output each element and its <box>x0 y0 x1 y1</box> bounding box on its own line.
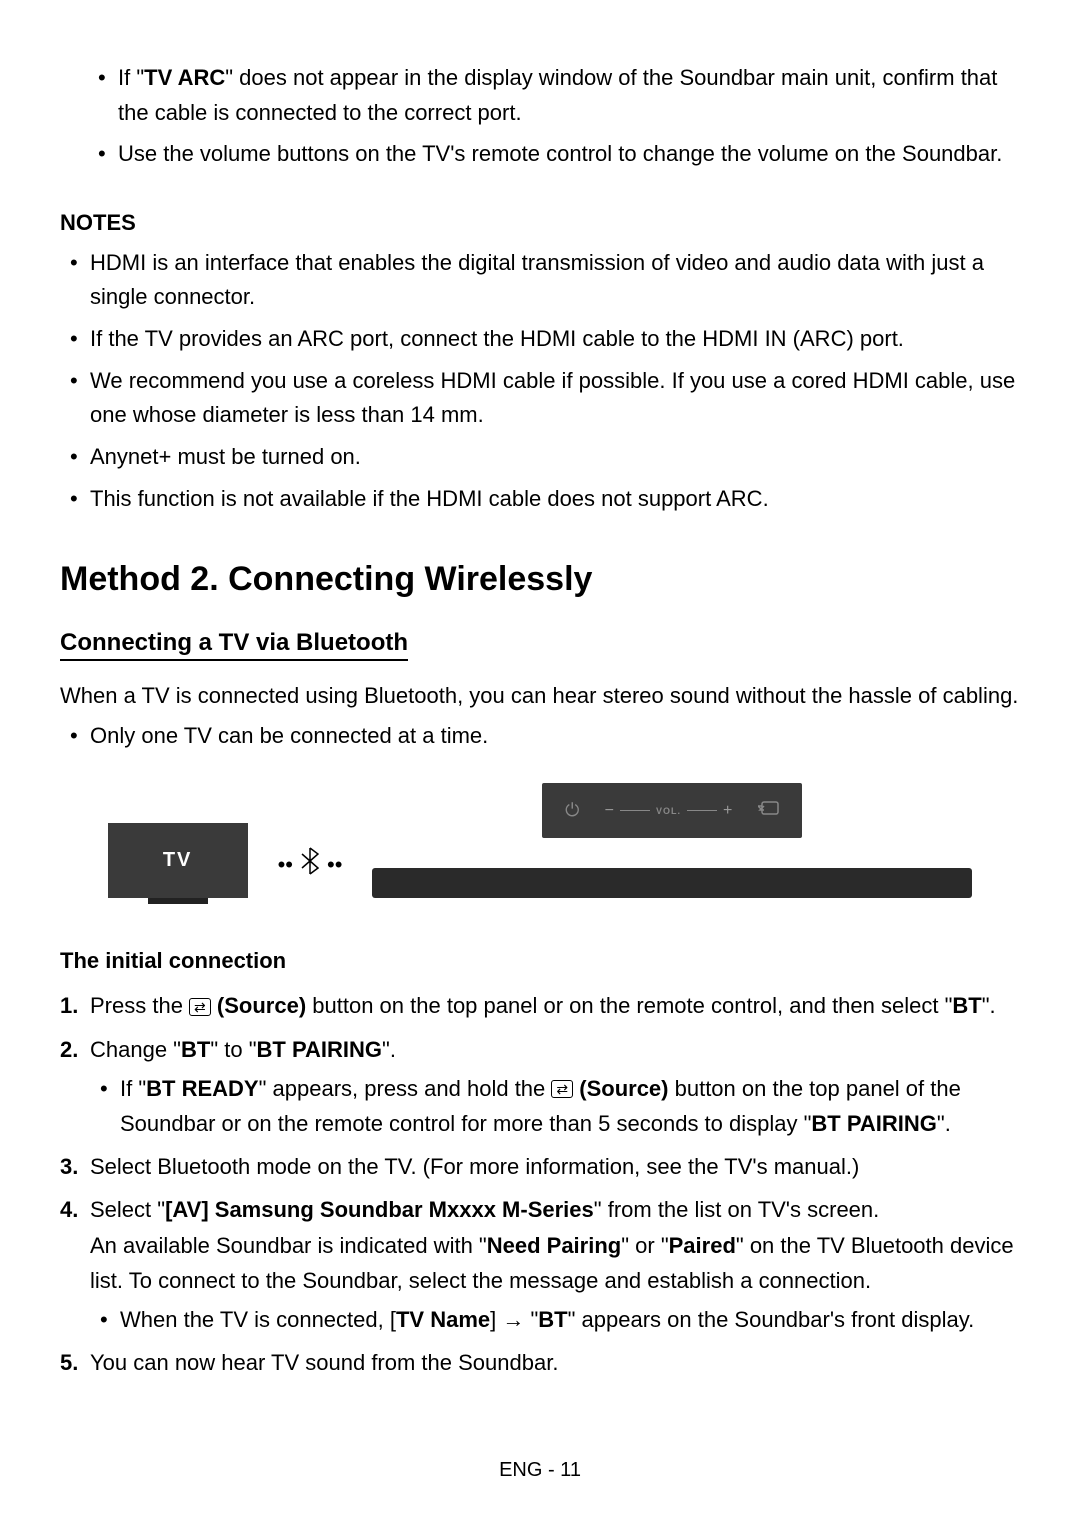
tv-graphic: TV <box>108 823 248 898</box>
paired-bold: Paired <box>669 1233 736 1258</box>
text: An available Soundbar is indicated with … <box>90 1233 487 1258</box>
text: " or " <box>621 1233 668 1258</box>
vol-line <box>620 810 650 811</box>
note-item: This function is not available if the HD… <box>90 482 1020 516</box>
bluetooth-dots: •• •• <box>278 846 343 883</box>
step-2-sub-item: If "BT READY" appears, press and hold th… <box>120 1071 1020 1141</box>
step-num: 3. <box>60 1149 78 1184</box>
step-4-sub: When the TV is connected, [TV Name] → "B… <box>90 1302 1020 1337</box>
text: button on the top panel or on the remote… <box>306 993 952 1018</box>
step-1: 1. Press the ⇄ (Source) button on the to… <box>90 988 1020 1023</box>
page-footer: ENG - 11 <box>0 1459 1080 1482</box>
bt-bullet-list: Only one TV can be connected at a time. <box>60 719 1020 753</box>
top-bullet-1: If "TV ARC" does not appear in the displ… <box>118 60 1020 130</box>
step-num: 2. <box>60 1032 78 1067</box>
note-item: Anynet+ must be turned on. <box>90 440 1020 474</box>
plus-icon: + <box>723 802 732 820</box>
bluetooth-svg <box>301 847 319 875</box>
text: " appears, press and hold the <box>259 1076 552 1101</box>
tvname-bold: TV Name <box>396 1307 490 1332</box>
step-num: 4. <box>60 1192 78 1227</box>
source-inline-icon: ⇄ <box>551 1080 573 1098</box>
dot: •• <box>278 852 293 878</box>
minus-icon: − <box>605 802 614 820</box>
notes-heading: NOTES <box>60 210 1020 236</box>
notes-list: HDMI is an interface that enables the di… <box>60 246 1020 517</box>
btpairing-bold: BT PAIRING <box>257 1037 382 1062</box>
bt-bold: BT <box>952 993 981 1018</box>
text: When the TV is connected, [ <box>120 1307 396 1332</box>
soundbar-graphic: ⏻ − VOL. + <box>372 783 972 898</box>
tv-label: TV <box>163 849 193 872</box>
text: ] → " <box>490 1307 538 1332</box>
initial-connection-heading: The initial connection <box>60 948 1020 974</box>
bt-bold: BT <box>538 1307 567 1332</box>
text: Press the <box>90 993 189 1018</box>
note-item: If the TV provides an ARC port, connect … <box>90 322 1020 356</box>
tv-stand <box>148 898 208 904</box>
step-5: 5. You can now hear TV sound from the So… <box>90 1345 1020 1380</box>
connection-diagram: TV •• •• ⏻ − VOL. + <box>60 783 1020 898</box>
text: You can now hear TV sound from the Sound… <box>90 1350 558 1375</box>
step-4-sub-item: When the TV is connected, [TV Name] → "B… <box>120 1302 1020 1337</box>
soundbar-control-panel: ⏻ − VOL. + <box>542 783 802 838</box>
step-num: 1. <box>60 988 78 1023</box>
method-heading: Method 2. Connecting Wirelessly <box>60 560 1020 599</box>
btpairing-bold: BT PAIRING <box>811 1111 936 1136</box>
btready-bold: BT READY <box>146 1076 258 1101</box>
step-3: 3. Select Bluetooth mode on the TV. (For… <box>90 1149 1020 1184</box>
text: ". <box>982 993 996 1018</box>
steps-list: 1. Press the ⇄ (Source) button on the to… <box>60 988 1020 1380</box>
text: " appears on the Soundbar's front displa… <box>568 1307 975 1332</box>
text: Change " <box>90 1037 181 1062</box>
text: If " <box>118 65 144 90</box>
top-bullet-2: Use the volume buttons on the TV's remot… <box>118 136 1020 171</box>
source-label: (Source) <box>217 993 306 1018</box>
bluetooth-icon <box>301 846 319 883</box>
bt-bullet: Only one TV can be connected at a time. <box>90 719 1020 753</box>
source-inline-icon: ⇄ <box>189 998 211 1016</box>
bluetooth-heading: Connecting a TV via Bluetooth <box>60 629 408 661</box>
soundbar-body <box>372 868 972 898</box>
note-item: HDMI is an interface that enables the di… <box>90 246 1020 314</box>
dot: •• <box>327 852 342 878</box>
text: Select " <box>90 1197 165 1222</box>
av-soundbar-bold: [AV] Samsung Soundbar Mxxxx M-Series <box>165 1197 594 1222</box>
step-num: 5. <box>60 1345 78 1380</box>
text: " does not appear in the display window … <box>118 65 997 125</box>
source-label: (Source) <box>579 1076 668 1101</box>
step-2-sub: If "BT READY" appears, press and hold th… <box>90 1071 1020 1141</box>
bt-bold: BT <box>181 1037 210 1062</box>
text: " from the list on TV's screen. <box>594 1197 879 1222</box>
text: ". <box>937 1111 951 1136</box>
volume-group: − VOL. + <box>605 802 733 820</box>
power-icon: ⏻ <box>565 800 579 821</box>
step-4: 4. Select "[AV] Samsung Soundbar Mxxxx M… <box>90 1192 1020 1337</box>
text: If " <box>120 1076 146 1101</box>
tv-arc-bold: TV ARC <box>144 65 225 90</box>
text: " to " <box>210 1037 256 1062</box>
step-2: 2. Change "BT" to "BT PAIRING". If "BT R… <box>90 1032 1020 1142</box>
text: ". <box>382 1037 396 1062</box>
needpairing-bold: Need Pairing <box>487 1233 621 1258</box>
source-icon <box>758 800 780 821</box>
vol-label: VOL. <box>656 806 681 816</box>
text: Select Bluetooth mode on the TV. (For mo… <box>90 1154 859 1179</box>
top-bullet-list: If "TV ARC" does not appear in the displ… <box>60 60 1020 172</box>
vol-line <box>687 810 717 811</box>
bt-paragraph: When a TV is connected using Bluetooth, … <box>60 679 1020 713</box>
note-item: We recommend you use a coreless HDMI cab… <box>90 364 1020 432</box>
